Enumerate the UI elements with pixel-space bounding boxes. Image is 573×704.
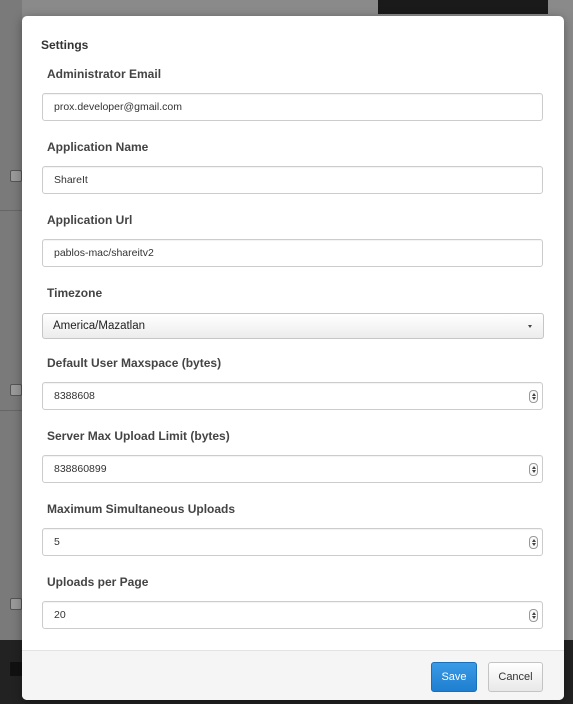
server-upload-limit-input[interactable]: 838860899 (42, 455, 543, 483)
default-maxspace-value: 8388608 (54, 390, 95, 402)
spinner-icon[interactable] (529, 609, 538, 622)
app-url-value: pablos-mac/shareitv2 (54, 247, 154, 259)
server-upload-limit-value: 838860899 (54, 463, 107, 475)
default-maxspace-label: Default User Maxspace (bytes) (47, 356, 222, 370)
spinner-icon[interactable] (529, 463, 538, 476)
max-simultaneous-input[interactable]: 5 (42, 528, 543, 556)
backdrop-block (10, 662, 22, 676)
app-name-value: ShareIt (54, 174, 88, 186)
admin-email-label: Administrator Email (47, 67, 162, 81)
modal-footer: Save Cancel (22, 650, 564, 700)
timezone-value: America/Mazatlan (53, 320, 146, 332)
backdrop-dark-region (378, 0, 548, 14)
chevron-down-icon (528, 325, 532, 328)
save-button[interactable]: Save (431, 662, 477, 692)
uploads-per-page-label: Uploads per Page (47, 575, 149, 589)
backdrop-checkbox (10, 384, 22, 396)
spinner-icon[interactable] (529, 390, 538, 403)
app-url-input[interactable]: pablos-mac/shareitv2 (42, 239, 543, 267)
default-maxspace-input[interactable]: 8388608 (42, 382, 543, 410)
app-name-label: Application Name (47, 140, 149, 154)
app-name-input[interactable]: ShareIt (42, 166, 543, 194)
timezone-label: Timezone (47, 286, 103, 300)
uploads-per-page-input[interactable]: 20 (42, 601, 543, 629)
backdrop-divider (0, 410, 22, 411)
app-url-label: Application Url (47, 213, 133, 227)
settings-modal: Settings Administrator Email prox.develo… (22, 16, 564, 700)
admin-email-input[interactable]: prox.developer@gmail.com (42, 93, 543, 121)
cancel-button[interactable]: Cancel (488, 662, 543, 692)
modal-title: Settings (41, 38, 89, 52)
server-upload-limit-label: Server Max Upload Limit (bytes) (47, 429, 230, 443)
backdrop-checkbox (10, 598, 22, 610)
max-simultaneous-value: 5 (54, 536, 60, 548)
max-simultaneous-label: Maximum Simultaneous Uploads (47, 502, 236, 516)
backdrop-checkbox (10, 170, 22, 182)
timezone-select[interactable]: America/Mazatlan (42, 313, 544, 339)
spinner-icon[interactable] (529, 536, 538, 549)
uploads-per-page-value: 20 (54, 609, 66, 621)
backdrop-divider (0, 210, 22, 211)
admin-email-value: prox.developer@gmail.com (54, 101, 182, 113)
